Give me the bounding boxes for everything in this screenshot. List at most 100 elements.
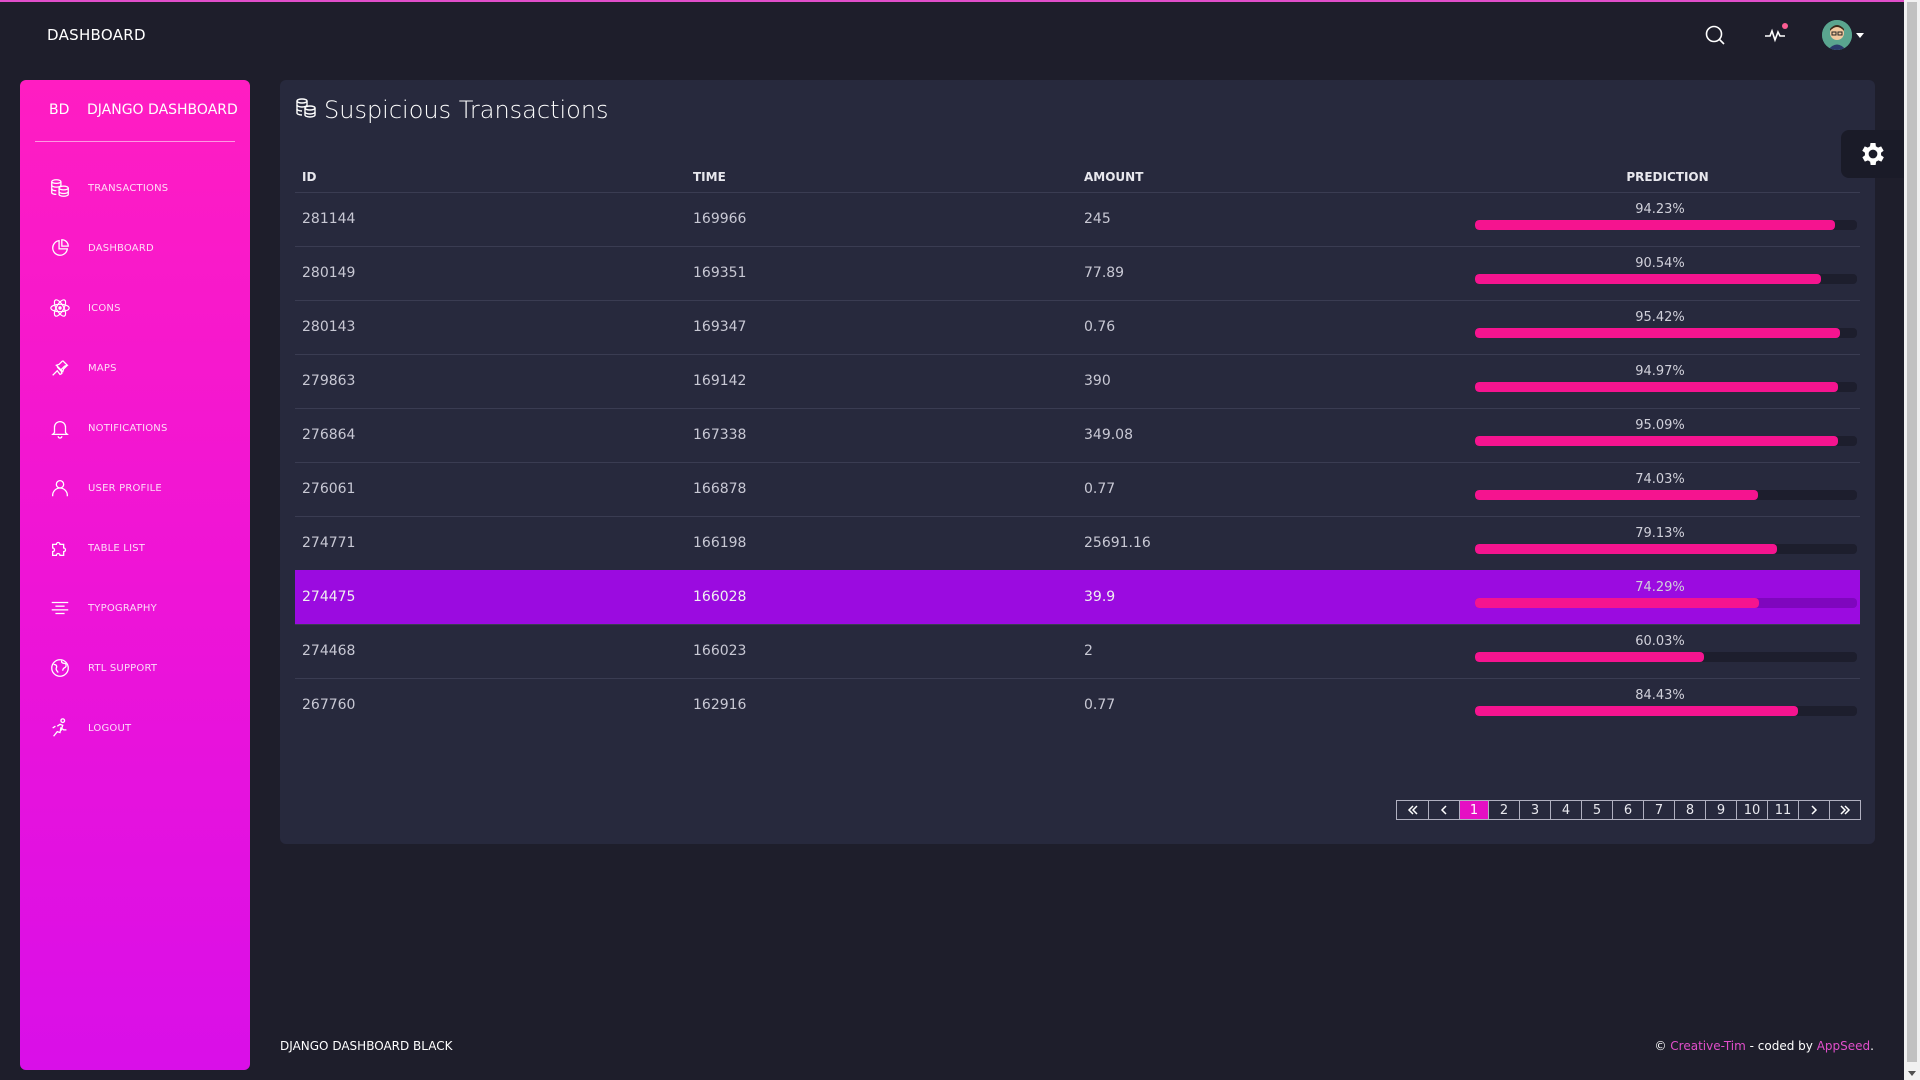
- page-button-9[interactable]: 9: [1705, 801, 1736, 819]
- page-scrollbar[interactable]: [1904, 0, 1920, 1080]
- prediction-percent: 74.03%: [1635, 472, 1685, 487]
- sidebar-item-label: LOGOUT: [88, 722, 132, 734]
- cell-id: 274771: [295, 515, 686, 570]
- logo-text[interactable]: DJANGO DASHBOARD: [87, 102, 238, 118]
- progress-bar: [1475, 490, 1857, 500]
- double-chevron-left-icon: [1407, 805, 1418, 815]
- progress-bar-fill: [1475, 274, 1821, 284]
- table-header-row: ID TIME AMOUNT PREDICTION: [295, 162, 1860, 192]
- transactions-table: ID TIME AMOUNT PREDICTION 281144 169966 24…: [295, 162, 1860, 732]
- scroll-down-arrow-icon[interactable]: [1908, 1071, 1916, 1076]
- sidebar-item-table-list[interactable]: TABLE LIST: [20, 518, 250, 578]
- sidebar-item-icons[interactable]: ICONS: [20, 278, 250, 338]
- cell-time: 166028: [686, 569, 1077, 624]
- sidebar-item-label: TRANSACTIONS: [88, 182, 169, 194]
- cell-prediction: 74.29%: [1468, 569, 1860, 624]
- sidebar-item-dashboard[interactable]: DASHBOARD: [20, 218, 250, 278]
- page-button-3[interactable]: 3: [1519, 801, 1550, 819]
- cell-time: 166023: [686, 623, 1077, 678]
- progress-bar: [1475, 436, 1857, 446]
- progress-bar-fill: [1475, 220, 1835, 230]
- coins-icon: [294, 96, 318, 124]
- page-button-8[interactable]: 8: [1674, 801, 1705, 819]
- page-button-10[interactable]: 10: [1736, 801, 1767, 819]
- column-header-amount[interactable]: AMOUNT: [1077, 162, 1468, 192]
- table-row[interactable]: 276864 167338 349.08 95.09%: [295, 407, 1860, 462]
- footer-credits: © Creative-Tim - coded by AppSeed.: [1654, 1039, 1874, 1053]
- cell-amount: 390: [1077, 353, 1468, 408]
- first-page-button[interactable]: [1397, 801, 1428, 819]
- table-row[interactable]: 280143 169347 0.76 95.42%: [295, 299, 1860, 354]
- column-header-time[interactable]: TIME: [686, 162, 1077, 192]
- sidebar-item-rtl-support[interactable]: RTL SUPPORT: [20, 638, 250, 698]
- cell-time: 162916: [686, 677, 1077, 732]
- prediction-percent: 79.13%: [1635, 526, 1685, 541]
- gear-icon: [1861, 143, 1884, 165]
- page-button-5[interactable]: 5: [1581, 801, 1612, 819]
- cell-prediction: 95.42%: [1468, 299, 1860, 354]
- progress-bar-fill: [1475, 382, 1838, 392]
- sidebar-item-logout[interactable]: LOGOUT: [20, 698, 250, 758]
- sidebar-item-label: DASHBOARD: [88, 242, 154, 254]
- sidebar-item-transactions[interactable]: TRANSACTIONS: [20, 158, 250, 218]
- logo-mini[interactable]: BD: [49, 102, 69, 118]
- puzzle-icon: [48, 536, 72, 560]
- scrollbar-thumb[interactable]: [1907, 2, 1917, 1062]
- sidebar-item-label: TYPOGRAPHY: [88, 602, 157, 614]
- sidebar-item-label: RTL SUPPORT: [88, 662, 158, 674]
- sidebar-item-typography[interactable]: TYPOGRAPHY: [20, 578, 250, 638]
- column-header-id[interactable]: ID: [295, 162, 686, 192]
- sidebar-item-maps[interactable]: MAPS: [20, 338, 250, 398]
- navbar-brand[interactable]: DASHBOARD: [47, 26, 146, 44]
- user-menu[interactable]: [1822, 20, 1864, 50]
- copyright-symbol: ©: [1654, 1039, 1667, 1053]
- sidebar-item-notifications[interactable]: NOTIFICATIONS: [20, 398, 250, 458]
- world-icon: [48, 656, 72, 680]
- cell-time: 169142: [686, 353, 1077, 408]
- sidebar-item-label: TABLE LIST: [88, 542, 146, 554]
- prediction-percent: 84.43%: [1635, 688, 1685, 704]
- prediction-percent: 95.42%: [1635, 310, 1685, 325]
- sidebar-item-label: NOTIFICATIONS: [88, 422, 168, 434]
- top-navbar: DASHBOARD: [0, 2, 1904, 68]
- page-button-2[interactable]: 2: [1488, 801, 1519, 819]
- progress-bar: [1475, 706, 1857, 717]
- settings-button[interactable]: [1841, 130, 1904, 178]
- cell-amount: 25691.16: [1077, 515, 1468, 570]
- table-row[interactable]: 281144 169966 245 94.23%: [295, 191, 1860, 246]
- footer-period: .: [1870, 1039, 1874, 1053]
- prev-page-button[interactable]: [1428, 801, 1459, 819]
- page-button-11[interactable]: 11: [1767, 801, 1798, 819]
- table-row[interactable]: 274771 166198 25691.16 79.13%: [295, 515, 1860, 570]
- table-row[interactable]: 280149 169351 77.89 90.54%: [295, 245, 1860, 300]
- table-row[interactable]: 274468 166023 2 60.03%: [295, 623, 1860, 678]
- page-button-7[interactable]: 7: [1643, 801, 1674, 819]
- appseed-link[interactable]: AppSeed: [1817, 1039, 1870, 1053]
- table-row[interactable]: 279863 169142 390 94.97%: [295, 353, 1860, 408]
- page-button-6[interactable]: 6: [1612, 801, 1643, 819]
- cell-time: 166198: [686, 515, 1077, 570]
- cell-amount: 0.76: [1077, 299, 1468, 354]
- page-button-1[interactable]: 1: [1459, 801, 1488, 819]
- progress-bar: [1475, 328, 1857, 338]
- activity-icon[interactable]: [1762, 22, 1788, 48]
- page-button-4[interactable]: 4: [1550, 801, 1581, 819]
- table-row[interactable]: 267760 162916 0.77 84.43%: [295, 677, 1860, 732]
- table-row[interactable]: 276061 166878 0.77 74.03%: [295, 461, 1860, 516]
- progress-bar: [1475, 274, 1857, 284]
- cell-prediction: 94.23%: [1468, 191, 1860, 246]
- user-run-icon: [48, 716, 72, 740]
- search-icon[interactable]: [1702, 22, 1728, 48]
- cell-amount: 39.9: [1077, 569, 1468, 624]
- cell-id: 274468: [295, 623, 686, 678]
- cell-prediction: 94.97%: [1468, 353, 1860, 408]
- last-page-button[interactable]: [1829, 801, 1860, 819]
- next-page-button[interactable]: [1798, 801, 1829, 819]
- prediction-percent: 95.09%: [1635, 418, 1685, 433]
- cell-time: 166878: [686, 461, 1077, 516]
- column-header-prediction[interactable]: PREDICTION: [1468, 162, 1860, 192]
- prediction-percent: 90.54%: [1635, 256, 1685, 271]
- creative-tim-link[interactable]: Creative-Tim: [1670, 1039, 1746, 1053]
- table-row[interactable]: 274475 166028 39.9 74.29%: [295, 569, 1860, 624]
- sidebar-item-user-profile[interactable]: USER PROFILE: [20, 458, 250, 518]
